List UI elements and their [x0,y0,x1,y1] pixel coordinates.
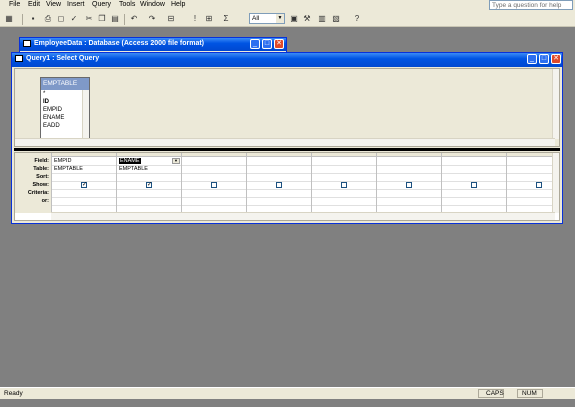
database-icon [23,40,31,47]
database-window-titlebar[interactable]: EmployeeData : Database (Access 2000 fil… [20,38,286,51]
top-values-value: All [252,15,260,22]
row-label-criteria: Criteria: [27,190,49,196]
column-selector[interactable] [442,153,507,157]
field-list-title[interactable]: EMPTABLE [41,78,89,90]
minimize-button[interactable]: _ [527,54,537,64]
row-label-show: Show: [32,182,50,188]
status-bar: Ready CAPS NUM [0,387,575,399]
toolbar-separator [124,14,125,25]
help-icon[interactable]: ? [352,14,362,24]
table-pane: EMPTABLE * ID EMPID ENAME EADD [14,68,560,147]
menu-help[interactable]: Help [171,1,185,8]
menu-view[interactable]: View [46,1,61,8]
design-grid: Field: Table: Sort: Show: Criteria: or: … [14,152,560,221]
database-window-icon[interactable]: ▥ [317,14,327,24]
row-label-field: Field: [34,158,49,164]
spelling-icon[interactable]: ✓ [69,14,79,24]
grid-column[interactable] [376,153,442,213]
show-checkbox[interactable]: ✓ [146,182,152,188]
menu-insert[interactable]: Insert [67,1,85,8]
undo-icon[interactable]: ↶ [129,14,139,24]
query-window: Query1 : Select Query _ □ ✕ EMPTABLE * I… [11,52,563,224]
copy-icon[interactable]: ❐ [97,14,107,24]
menu-file[interactable]: File [9,1,20,8]
column-selector[interactable] [507,153,556,157]
menu-tools[interactable]: Tools [119,1,135,8]
vertical-scrollbar[interactable] [552,69,559,139]
maximize-button[interactable]: □ [262,39,272,49]
menu-query[interactable]: Query [92,1,111,8]
grid-column[interactable]: EMPID EMPTABLE ✓ [51,153,117,213]
top-values-combo[interactable]: All ▼ [249,13,285,24]
show-checkbox[interactable] [406,182,412,188]
query-icon [15,55,23,62]
grid-column[interactable] [441,153,507,213]
status-text: Ready [4,390,23,397]
show-checkbox[interactable] [211,182,217,188]
menu-edit[interactable]: Edit [28,1,40,8]
column-selector[interactable] [247,153,312,157]
grid-column[interactable] [311,153,377,213]
row-label-or: or: [41,198,49,204]
show-checkbox[interactable] [276,182,282,188]
query-window-title: Query1 : Select Query [26,55,100,62]
show-checkbox[interactable]: ✓ [81,182,87,188]
row-label-table: Table: [33,166,49,172]
menu-bar: File Edit View Insert Query Tools Window… [0,0,575,11]
query-window-titlebar[interactable]: Query1 : Select Query [12,53,562,67]
build-icon[interactable]: ⚒ [302,14,312,24]
paste-icon[interactable]: ▤ [110,14,120,24]
grid-row-labels: Field: Table: Sort: Show: Criteria: or: [15,153,51,213]
query-type-icon[interactable]: ⊟ [166,14,176,24]
grid-column[interactable]: ENAME ▼ EMPTABLE ✓ [116,153,182,213]
close-button[interactable]: ✕ [551,54,561,64]
grid-column[interactable] [506,153,556,213]
horizontal-scrollbar[interactable] [15,138,555,146]
field-cell-selected-text: ENAME [119,158,141,164]
num-indicator: NUM [522,390,537,397]
cut-icon[interactable]: ✂ [84,14,94,24]
show-checkbox[interactable] [341,182,347,188]
close-button[interactable]: ✕ [274,39,284,49]
chevron-down-icon[interactable]: ▼ [276,14,284,23]
column-selector[interactable] [312,153,377,157]
show-table-icon[interactable]: ⊞ [204,14,214,24]
view-icon[interactable]: ▦ [4,14,14,24]
column-selector[interactable] [377,153,442,157]
vertical-scrollbar[interactable] [552,153,559,213]
database-window-title: EmployeeData : Database (Access 2000 fil… [34,40,205,47]
field-list-scrollbar[interactable] [82,90,89,140]
field-cell[interactable]: EMPID [53,157,116,165]
grid-column[interactable] [246,153,312,213]
field-cell[interactable]: ENAME ▼ [118,157,181,165]
horizontal-scrollbar[interactable] [51,212,555,220]
table-cell[interactable]: EMPTABLE [53,165,116,173]
totals-icon[interactable]: Σ [221,14,231,24]
help-search-input[interactable]: Type a question for help [489,0,573,10]
query-design-toolbar: ▦ ▪ ⎙ ◻ ✓ ✂ ❐ ▤ ↶ ↷ ⊟ ! ⊞ Σ All ▼ ▣ ⚒ ▥ ▧… [0,11,575,27]
save-icon[interactable]: ▪ [28,14,38,24]
print-preview-icon[interactable]: ◻ [56,14,66,24]
properties-icon[interactable]: ▣ [289,14,299,24]
toolbar-separator [22,14,23,25]
row-label-sort: Sort: [36,174,49,180]
print-icon[interactable]: ⎙ [43,14,53,24]
pane-splitter[interactable] [14,148,560,151]
field-list-emptable[interactable]: EMPTABLE * ID EMPID ENAME EADD [40,77,90,140]
grid-column[interactable] [181,153,247,213]
maximize-button[interactable]: □ [539,54,549,64]
show-checkbox[interactable] [471,182,477,188]
run-icon[interactable]: ! [190,14,200,24]
minimize-button[interactable]: _ [250,39,260,49]
table-cell[interactable]: EMPTABLE [118,165,181,173]
new-object-icon[interactable]: ▧ [331,14,341,24]
caps-indicator: CAPS [486,390,504,397]
chevron-down-icon[interactable]: ▼ [172,158,180,164]
show-checkbox[interactable] [536,182,542,188]
column-selector[interactable] [182,153,247,157]
redo-icon[interactable]: ↷ [147,14,157,24]
menu-window[interactable]: Window [140,1,165,8]
